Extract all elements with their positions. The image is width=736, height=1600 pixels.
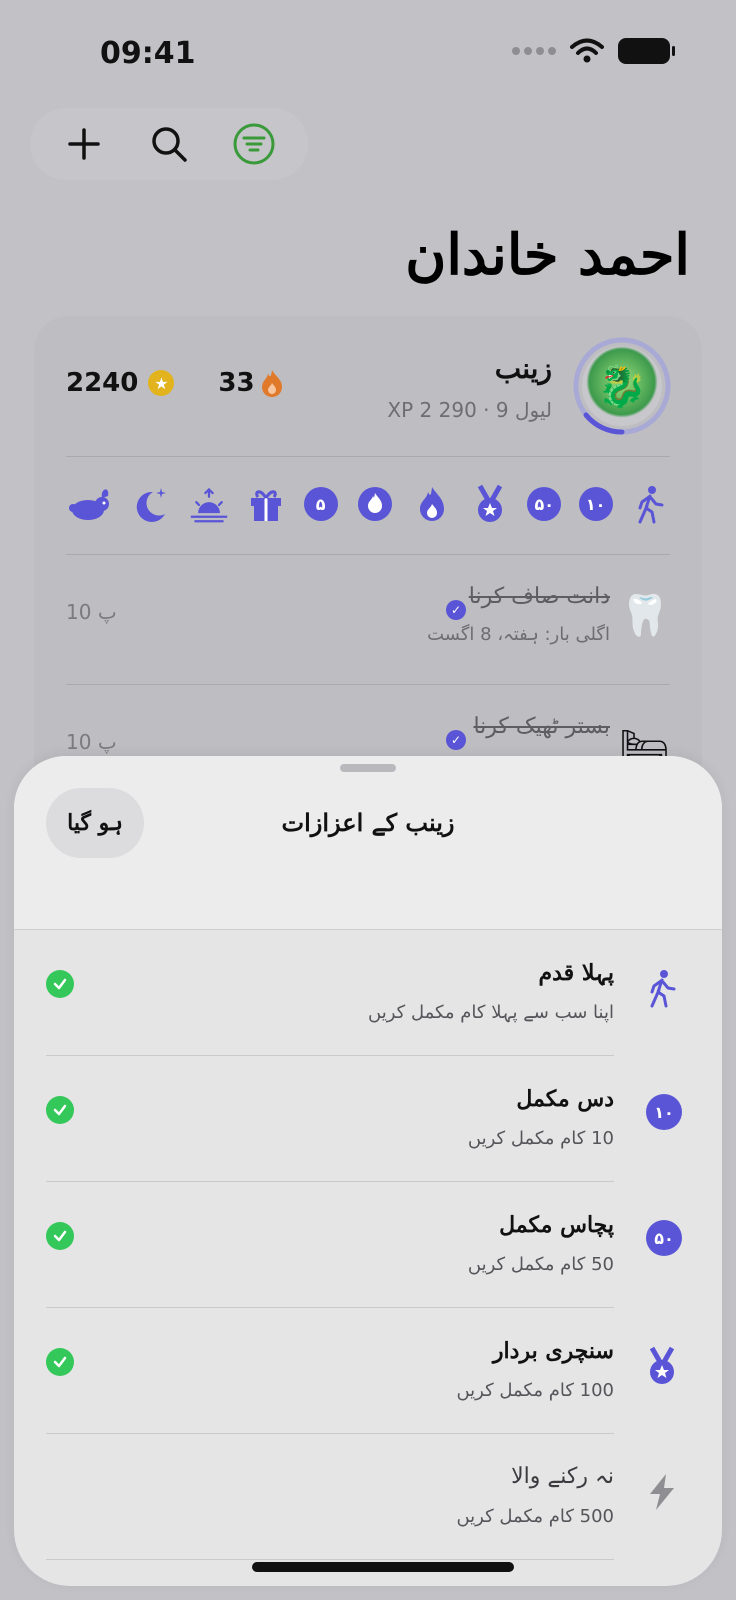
rabbit-icon (69, 489, 110, 520)
walk-icon (638, 486, 664, 524)
task-title: بستر ٹھیک کرنا (473, 714, 610, 739)
walk-icon (650, 970, 676, 1008)
achievement-description: 500 کام مکمل کریں (456, 1506, 614, 1527)
plus-icon (68, 128, 101, 160)
achievement-title: پہلا قدم (538, 960, 615, 986)
achievement-row[interactable]: نہ رکنے والا 500 کام مکمل کریں (46, 1434, 722, 1560)
five-badge-icon: ۵ (303, 487, 338, 521)
medal-icon (477, 484, 502, 522)
flame-icon (261, 370, 282, 397)
flame-badge-icon (420, 487, 445, 521)
star-coin-icon: ★ (148, 370, 175, 396)
member-level: لیول 9 · 290 2 XP (387, 398, 552, 422)
avatar[interactable]: 🐉 (582, 346, 662, 426)
tooth-icon: 🦷 (620, 593, 670, 639)
achievement-row[interactable]: ۵۰ پچاس مکمل 50 کام مکمل کریں (46, 1182, 722, 1308)
battery-icon (618, 38, 675, 64)
done-button[interactable]: ہو گیا (46, 788, 144, 858)
medal-icon (649, 1346, 675, 1384)
home-indicator (252, 1562, 514, 1572)
checkmark-icon (46, 1222, 74, 1250)
filter-icon (233, 123, 275, 165)
ten-badge-icon: ۱۰ (578, 487, 613, 521)
achievement-row[interactable]: پہلا قدم اپنا سب سے پہلا کام مکمل کریں (46, 930, 722, 1056)
filter-button[interactable] (226, 116, 282, 172)
member-stats: 2240 ★ 33 (66, 368, 283, 398)
task-points: 10 پ (66, 730, 117, 754)
checkmark-icon (46, 1096, 74, 1124)
top-toolbar (30, 108, 308, 180)
sunrise-icon (190, 487, 228, 523)
divider (46, 1559, 614, 1560)
checkmark-icon (46, 970, 74, 998)
search-button[interactable] (141, 116, 197, 172)
cellular-signal-icon (512, 47, 556, 55)
moon-stars-icon (137, 488, 167, 522)
achievement-title: نہ رکنے والا (511, 1464, 614, 1489)
status-icons (512, 38, 675, 64)
bolt-icon (650, 1474, 674, 1510)
achievement-description: 50 کام مکمل کریں (467, 1254, 614, 1275)
divider (66, 684, 670, 685)
divider (66, 554, 670, 555)
wifi-icon (570, 38, 604, 63)
sheet-header: زینب کے اعزازات ہو گیا (14, 756, 722, 930)
achievement-row[interactable]: سنچری بردار 100 کام مکمل کریں (46, 1308, 722, 1434)
achievement-description: اپنا سب سے پہلا کام مکمل کریں (368, 1002, 614, 1023)
streak-value: 33 (218, 368, 255, 398)
fifty-badge-icon: ۵۰ (646, 1220, 682, 1256)
divider (66, 456, 670, 457)
achievement-description: 100 کام مکمل کریں (456, 1380, 614, 1401)
search-icon (152, 127, 187, 162)
task-next-date: اگلی بار: ہفتہ، 8 اگست (427, 624, 610, 645)
streak-stat: 33 (218, 368, 282, 398)
achievement-title: پچاس مکمل (499, 1212, 614, 1238)
coins-value: 2240 (66, 368, 139, 398)
ten-badge-icon: ۱۰ (646, 1094, 682, 1130)
fifty-badge-icon: ۵۰ (527, 487, 562, 521)
add-button[interactable] (56, 116, 112, 172)
task-done-check-icon[interactable]: ✓ (446, 600, 466, 620)
achievement-row[interactable]: ۱۰ دس مکمل 10 کام مکمل کریں (46, 1056, 722, 1182)
flame-circle-badge-icon (358, 487, 393, 521)
coins-stat: 2240 ★ (66, 368, 175, 398)
task-title: دانت صاف کرنا (468, 584, 610, 609)
checkmark-icon (46, 1348, 74, 1376)
achievement-title: دس مکمل (516, 1086, 614, 1112)
badge-row: ۱۰ ۵۰ ۵ (66, 476, 670, 532)
status-time: 09:41 (100, 36, 196, 71)
achievement-title: سنچری بردار (492, 1338, 614, 1364)
task-points: 10 پ (66, 600, 117, 624)
page-title: احمد خاندان (405, 222, 690, 288)
sheet-grabber[interactable] (340, 764, 396, 772)
achievements-sheet: زینب کے اعزازات ہو گیا پہلا قدم اپنا سب … (14, 756, 722, 1586)
achievement-description: 10 کام مکمل کریں (467, 1128, 614, 1149)
member-name: زینب (494, 352, 552, 385)
task-done-check-icon[interactable]: ✓ (446, 730, 466, 750)
task-row[interactable]: 🦷 دانت صاف کرنا اگلی بار: ہفتہ، 8 اگست ✓… (66, 572, 670, 662)
gift-icon (251, 490, 282, 521)
